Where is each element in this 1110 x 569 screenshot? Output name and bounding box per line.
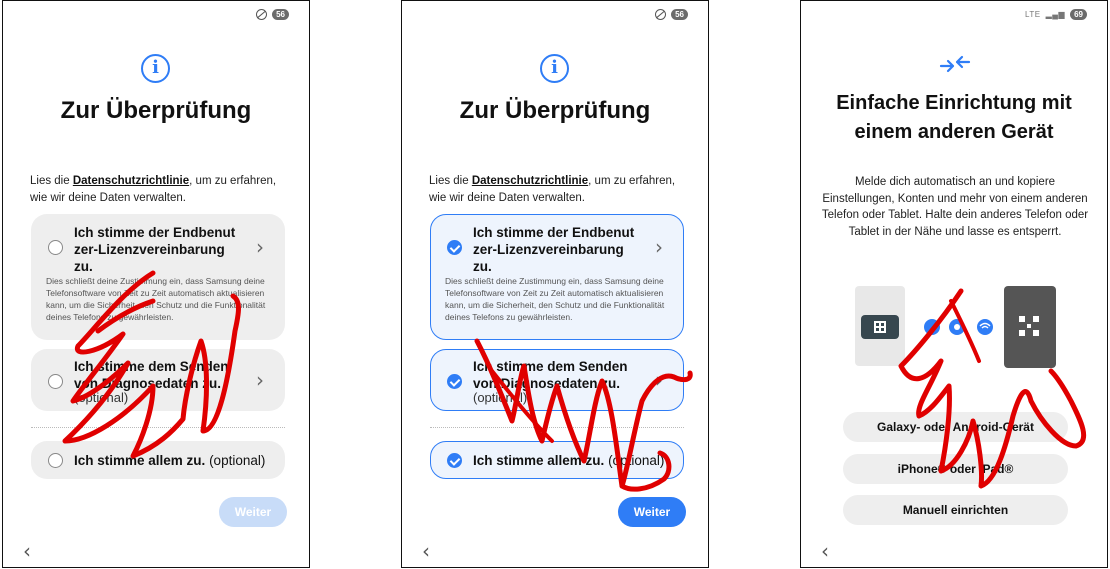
- chevron-right-icon[interactable]: ›: [655, 235, 663, 259]
- next-button[interactable]: Weiter: [219, 497, 287, 527]
- agree-all-text: Ich stimme allem zu.: [473, 453, 605, 468]
- status-bar: LTE ▂▄▆ 69: [1025, 9, 1087, 20]
- diagnostics-radio-checked[interactable]: [447, 374, 462, 389]
- page-description: Melde dich automatisch an und kopiere Ei…: [821, 176, 1089, 238]
- back-arrow-icon[interactable]: ‹: [821, 539, 829, 563]
- diagnostics-radio[interactable]: [48, 374, 63, 389]
- galaxy-android-button[interactable]: Galaxy- oder Android-Gerät: [843, 412, 1068, 442]
- diagnostics-title: Ich stimme dem Senden von Diagnosedaten …: [74, 359, 229, 391]
- diagnostics-card[interactable]: Ich stimme dem Senden von Diagnosedaten …: [430, 349, 684, 411]
- privacy-text: Lies die Datenschutzrichtlinie, um zu er…: [30, 173, 288, 207]
- info-icon: i: [141, 54, 170, 83]
- battery-icon: 56: [272, 9, 289, 20]
- status-bar: 56: [256, 9, 289, 20]
- privacy-policy-link[interactable]: Datenschutzrichtlinie: [73, 175, 189, 187]
- transfer-arrows-icon: [939, 55, 971, 73]
- page-title: Einfache Einrichtung mit einem anderen G…: [836, 92, 1072, 143]
- chevron-right-icon[interactable]: ›: [256, 235, 264, 259]
- divider: [31, 427, 285, 428]
- eula-title: Ich stimme der Endbenut zer-Lizenzverein…: [74, 225, 236, 274]
- info-icon: i: [540, 54, 569, 83]
- eula-title: Ich stimme der Endbenut zer-Lizenzverein…: [473, 225, 635, 274]
- agree-all-label: Ich stimme allem zu. (optional): [74, 452, 284, 469]
- back-arrow-icon[interactable]: ‹: [23, 539, 31, 563]
- page-title: Zur Überprüfung: [459, 97, 651, 124]
- battery-icon: 56: [671, 9, 688, 20]
- privacy-text-pre: Lies die: [30, 175, 73, 187]
- diagnostics-optional: (optional): [473, 390, 528, 405]
- agree-all-radio[interactable]: [48, 453, 63, 468]
- divider: [430, 427, 684, 428]
- eula-description: Dies schließt deine Zustimmung ein, dass…: [445, 276, 665, 322]
- eula-radio-checked[interactable]: [447, 240, 462, 255]
- status-bar: 56: [655, 9, 688, 20]
- battery-icon: 69: [1070, 9, 1087, 20]
- phone-screen-3: LTE ▂▄▆ 69 Einfache Einrichtung mit eine…: [800, 0, 1108, 568]
- device-illustration: [855, 286, 1056, 368]
- do-not-disturb-icon: [256, 9, 268, 20]
- diagnostics-title: Ich stimme dem Senden von Diagnosedaten …: [473, 359, 628, 391]
- privacy-policy-link[interactable]: Datenschutzrichtlinie: [472, 175, 588, 187]
- next-button[interactable]: Weiter: [618, 497, 686, 527]
- lte-signal-icon: LTE: [1025, 10, 1041, 19]
- chevron-right-icon[interactable]: ›: [256, 368, 264, 392]
- agree-all-label: Ich stimme allem zu. (optional): [473, 452, 683, 469]
- eula-card[interactable]: Ich stimme der Endbenut zer-Lizenzverein…: [430, 214, 684, 340]
- privacy-text: Lies die Datenschutzrichtlinie, um zu er…: [429, 173, 687, 207]
- eula-description: Dies schließt deine Zustimmung ein, dass…: [46, 276, 266, 322]
- eula-radio[interactable]: [48, 240, 63, 255]
- phone-screen-2: 56 i Zur Überprüfung Lies die Datenschut…: [401, 0, 709, 568]
- back-arrow-icon[interactable]: ‹: [422, 539, 430, 563]
- qr-code-icon: [874, 321, 886, 333]
- eula-card[interactable]: Ich stimme der Endbenut zer-Lizenzverein…: [31, 214, 285, 340]
- privacy-text-pre: Lies die: [429, 175, 472, 187]
- diagnostics-card[interactable]: Ich stimme dem Senden von Diagnosedaten …: [31, 349, 285, 411]
- agree-all-card[interactable]: Ich stimme allem zu. (optional): [430, 441, 684, 479]
- signal-bars-icon: ▂▄▆: [1045, 10, 1066, 19]
- manual-setup-button[interactable]: Manuell einrichten: [843, 495, 1068, 525]
- agree-all-card[interactable]: Ich stimme allem zu. (optional): [31, 441, 285, 479]
- phone-screen-1: 56 i Zur Überprüfung Lies die Datenschut…: [2, 0, 310, 568]
- chevron-right-icon[interactable]: ›: [655, 368, 663, 392]
- agree-all-optional: (optional): [608, 453, 665, 468]
- diagnostics-optional: (optional): [74, 390, 129, 405]
- do-not-disturb-icon: [655, 9, 667, 20]
- page-title: Zur Überprüfung: [60, 97, 252, 124]
- agree-all-radio-checked[interactable]: [447, 453, 462, 468]
- agree-all-text: Ich stimme allem zu.: [74, 453, 206, 468]
- iphone-ipad-button[interactable]: iPhone® oder iPad®: [843, 454, 1068, 484]
- agree-all-optional: (optional): [209, 453, 266, 468]
